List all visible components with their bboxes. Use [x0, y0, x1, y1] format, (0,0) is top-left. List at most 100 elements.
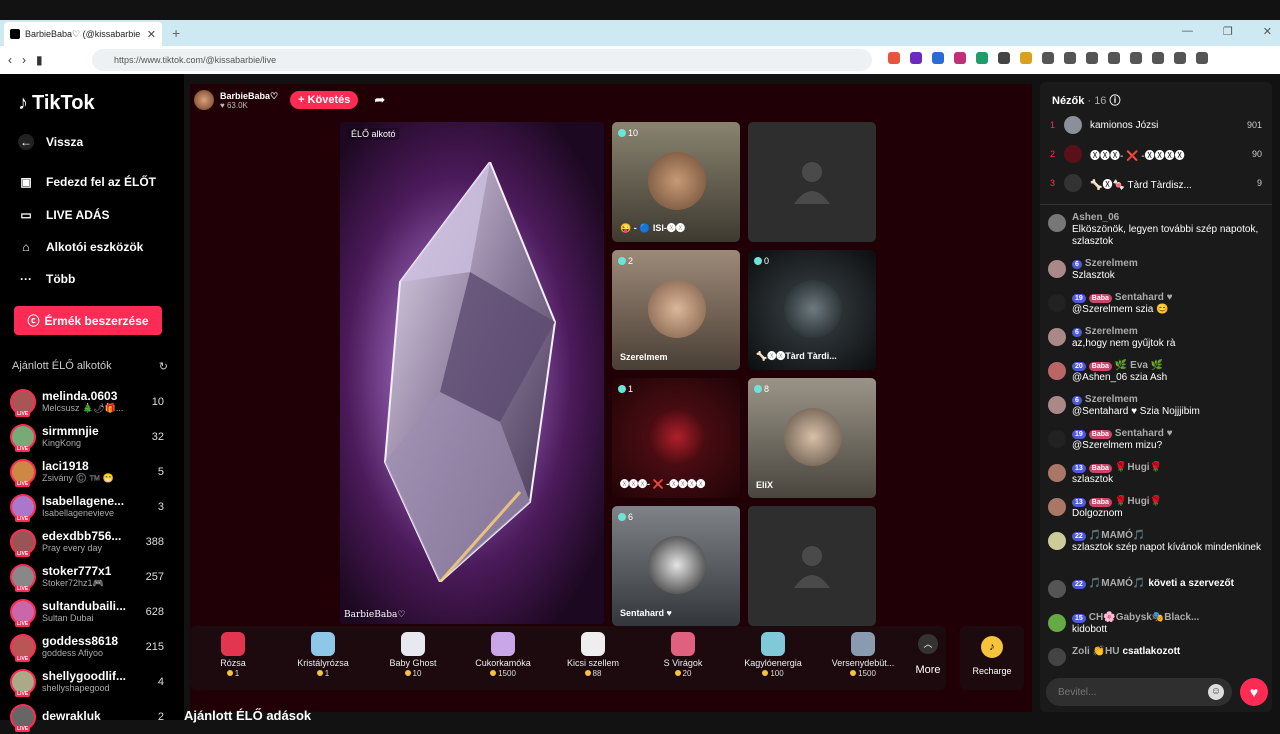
- gift-item[interactable]: Baby Ghost 10: [370, 630, 456, 688]
- follow-button[interactable]: + Követés: [290, 91, 359, 109]
- share-icon[interactable]: ➦: [374, 92, 385, 108]
- chat-username[interactable]: 🌹Hugi🌹: [1115, 496, 1162, 508]
- puzzle-icon[interactable]: [1042, 52, 1054, 64]
- emoji-icon[interactable]: ☺: [1208, 684, 1224, 700]
- guest-cell[interactable]: 2 Szerelmem: [612, 250, 740, 370]
- chat-username[interactable]: Szerelmem: [1085, 394, 1138, 406]
- gift-item[interactable]: Kicsi szellem 88: [550, 630, 636, 688]
- chat-username[interactable]: Zoli 👏HU: [1072, 646, 1119, 658]
- nav-creator-tools[interactable]: ⌂ Alkotói eszközök: [18, 239, 143, 255]
- close-tab-icon[interactable]: ✕: [147, 28, 156, 41]
- new-tab-button[interactable]: +: [172, 25, 180, 41]
- refresh-icon[interactable]: ↻: [159, 360, 168, 373]
- extension-icon[interactable]: [1152, 52, 1164, 64]
- creator-name: sultandubaili...: [42, 599, 127, 613]
- recharge-button[interactable]: ♪ Recharge: [960, 626, 1024, 690]
- gift-item[interactable]: Cukorkamóka 1500: [460, 630, 546, 688]
- top-viewer[interactable]: 3 🦴🅧🍬 Tàrd Tàrdisz... 9: [1050, 172, 1262, 194]
- top-viewer[interactable]: 1 kamionos Józsi 901: [1050, 114, 1262, 136]
- like-heart-button[interactable]: ♥: [1240, 678, 1268, 706]
- recommended-creator[interactable]: LIVE sirmmnjie KingKong 32: [10, 419, 170, 454]
- gift-item[interactable]: S Virágok 20: [640, 630, 726, 688]
- recommended-creator[interactable]: LIVE Isabellagene... Isabellagenevieve 3: [10, 489, 170, 524]
- guest-score: 2: [618, 256, 633, 266]
- back-icon[interactable]: ‹: [8, 53, 12, 67]
- message-meta: Zoli 👏HU csatlakozott: [1072, 646, 1180, 658]
- back-link[interactable]: ← Vissza: [18, 134, 83, 150]
- chat-username[interactable]: 🎵MAMÓ🎵: [1089, 578, 1146, 590]
- gift-item[interactable]: Rózsa 1: [190, 630, 276, 688]
- chat-panel: Nézők · 16 ⓘ 1 kamionos Józsi 901 2 🅧🅧🅧- ❌ -…: [1040, 82, 1272, 712]
- extension-icon[interactable]: [1064, 52, 1076, 64]
- recommended-creator[interactable]: LIVE dewrakluk 2: [10, 699, 170, 734]
- shield-icon[interactable]: [1174, 52, 1186, 64]
- guest-cell[interactable]: 8 EliX: [748, 378, 876, 498]
- viewer-points: 90: [1251, 149, 1262, 159]
- browser-tab[interactable]: BarbieBaba♡ (@kissabarbie ✕: [4, 22, 162, 46]
- host-avatar[interactable]: [194, 90, 214, 110]
- live-main: BarbieBaba♡ ♥ 63.0K + Követés ➦ ÉLŐ alko…: [184, 74, 1034, 723]
- live-badge: LIVE: [15, 410, 31, 417]
- host-stage[interactable]: ÉLŐ alkotó BarbieBaba♡: [340, 122, 604, 624]
- chat-username[interactable]: 🌹Hugi🌹: [1115, 462, 1162, 474]
- guest-cell[interactable]: 1 🅧🅧🅧- ❌ -🅧🅧🅧🅧: [612, 378, 740, 498]
- brave-shield-icon[interactable]: [888, 52, 900, 64]
- creator-avatar: LIVE: [10, 563, 36, 592]
- live-badge: LIVE: [15, 550, 31, 557]
- empty-seat[interactable]: [748, 506, 876, 626]
- close-window-icon[interactable]: ✕: [1263, 25, 1272, 38]
- host-name[interactable]: BarbieBaba♡: [220, 91, 278, 101]
- chat-input[interactable]: [1046, 678, 1232, 706]
- empty-seat[interactable]: [748, 122, 876, 242]
- recommended-creator[interactable]: LIVE goddess8618 goddess Afiyoo 215: [10, 629, 170, 664]
- recommended-creator[interactable]: LIVE stoker777x1 Stoker72hz1🎮 257: [10, 559, 170, 594]
- extension-icon[interactable]: [932, 52, 944, 64]
- music-icon[interactable]: [1086, 52, 1098, 64]
- guest-cell[interactable]: 0 🦴🅧🅧Tàrd Tàrdi...: [748, 250, 876, 370]
- minimize-icon[interactable]: —: [1182, 25, 1193, 38]
- viewer-points: 901: [1246, 120, 1262, 130]
- extension-icon[interactable]: [1020, 52, 1032, 64]
- menu-icon[interactable]: [1196, 52, 1208, 64]
- extension-icon[interactable]: [954, 52, 966, 64]
- more-gifts-button[interactable]: ︿ More: [910, 632, 946, 676]
- extension-icon[interactable]: [976, 52, 988, 64]
- forward-icon[interactable]: ›: [22, 53, 26, 67]
- chat-username[interactable]: 🌿 Eva 🌿: [1115, 360, 1163, 372]
- recommended-creator[interactable]: LIVE laci1918 Zsivány ©️ ™️ 😁 5: [10, 454, 170, 489]
- url-field[interactable]: https://www.tiktok.com/@kissabarbie/live: [92, 49, 872, 71]
- fan-badge: Baba: [1088, 497, 1112, 507]
- chat-username[interactable]: Szerelmem: [1085, 326, 1138, 338]
- guest-cell[interactable]: 10 😜 - 🔵 ISI-🅧🅧: [612, 122, 740, 242]
- nav-explore-live[interactable]: ▣ Fedezd fel az ÉLŐT: [18, 174, 156, 190]
- recommended-creator[interactable]: LIVE melinda.0603 Melcsusz 🎄🌶🎁... 10: [10, 384, 170, 419]
- gift-bar: ︿ More Rózsa 1 Kristályrózsa 1 Baby Ghost 10 C…: [190, 626, 1024, 690]
- chat-username[interactable]: Sentahard ♥: [1115, 428, 1173, 440]
- rewards-icon[interactable]: [910, 52, 922, 64]
- chat-username[interactable]: Szerelmem: [1085, 258, 1138, 270]
- wallet-icon[interactable]: [1130, 52, 1142, 64]
- maximize-icon[interactable]: ❐: [1223, 25, 1233, 38]
- gift-item[interactable]: Versenydebüt... 1500: [820, 630, 906, 688]
- sidebar-icon[interactable]: [1108, 52, 1120, 64]
- get-coins-button[interactable]: ⓒ Érmék beszerzése: [14, 306, 162, 335]
- gift-item[interactable]: Kristályrózsa 1: [280, 630, 366, 688]
- info-icon[interactable]: ⓘ: [1110, 95, 1121, 107]
- tiktok-logo[interactable]: ♪ TikTok: [18, 92, 95, 115]
- live-badge: LIVE: [15, 480, 31, 487]
- url-text: https://www.tiktok.com/@kissabarbie/live: [114, 55, 277, 65]
- top-viewer[interactable]: 2 🅧🅧🅧- ❌ -🅧🅧🅧🅧 90: [1050, 143, 1262, 165]
- recommended-creator[interactable]: LIVE sultandubaili... Sultan Dubai 628: [10, 594, 170, 629]
- nav-live[interactable]: ▭ LIVE ADÁS: [18, 207, 109, 223]
- chat-username[interactable]: 🎵MAMÓ🎵: [1089, 530, 1146, 542]
- recommended-creator[interactable]: LIVE shellygoodlif... shellyshapegood 4: [10, 664, 170, 699]
- bookmark-icon[interactable]: ▮: [36, 53, 43, 67]
- gift-item[interactable]: Kagylóenergia 100: [730, 630, 816, 688]
- chat-username[interactable]: Ashen_06: [1072, 212, 1119, 224]
- recommended-creator[interactable]: LIVE edexdbb756... Pray every day 388: [10, 524, 170, 559]
- chat-username[interactable]: Sentahard ♥: [1115, 292, 1173, 304]
- extension-icon[interactable]: [998, 52, 1010, 64]
- chat-username[interactable]: CH🌸Gabysk🎭Black...: [1089, 612, 1200, 624]
- guest-cell[interactable]: 6 Sentahard ♥: [612, 506, 740, 626]
- nav-more[interactable]: ··· Több: [18, 271, 75, 287]
